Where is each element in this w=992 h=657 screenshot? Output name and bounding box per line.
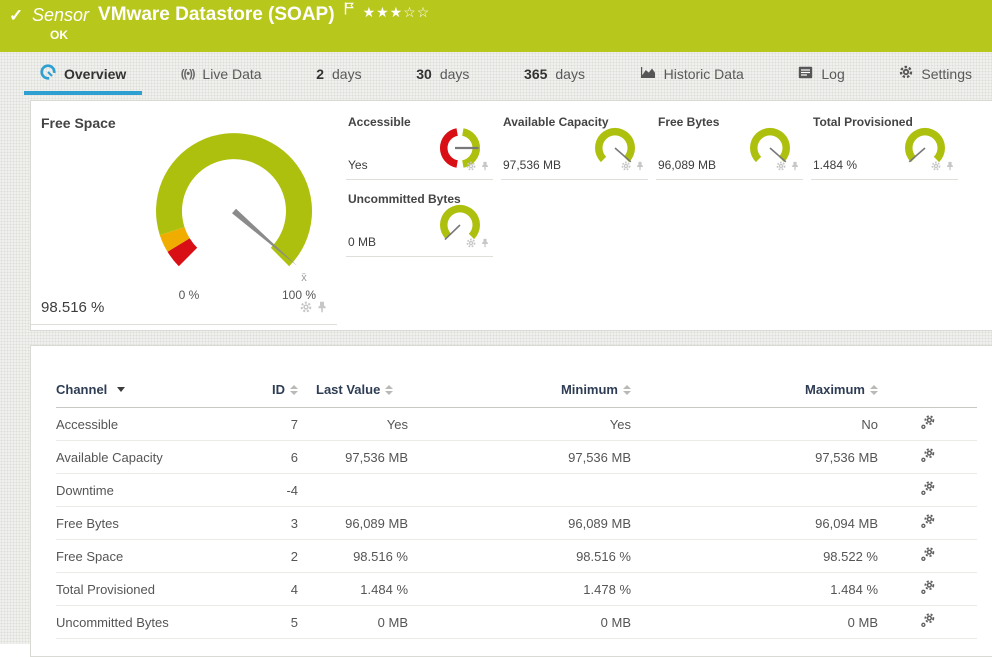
pin-icon[interactable] bbox=[791, 158, 799, 176]
pin-icon[interactable] bbox=[946, 158, 954, 176]
sort-icon bbox=[290, 385, 298, 395]
page-title: VMware Datastore (SOAP) bbox=[98, 4, 335, 26]
gauge-tile-accessible[interactable]: Accessible Yes bbox=[346, 109, 493, 180]
gear-icon[interactable] bbox=[466, 158, 476, 176]
table-row[interactable]: Downtime -4 bbox=[56, 474, 977, 507]
gauge-scale-min: 0 % bbox=[179, 288, 200, 302]
historic-chart-icon bbox=[640, 66, 656, 82]
channel-settings-icon[interactable] bbox=[920, 448, 935, 466]
status-badge: OK bbox=[50, 28, 68, 42]
sort-icon bbox=[623, 385, 631, 395]
status-check-icon: ✓ bbox=[9, 6, 23, 26]
table-row[interactable]: Total Provisioned 4 1.484 % 1.478 % 1.48… bbox=[56, 573, 977, 606]
channel-settings-icon[interactable] bbox=[920, 415, 935, 433]
tab-365-days[interactable]: 365 days bbox=[508, 52, 601, 95]
column-header-last-value[interactable]: Last Value bbox=[298, 374, 408, 408]
overview-gauge-icon bbox=[40, 64, 56, 83]
channel-settings-icon[interactable] bbox=[920, 481, 935, 499]
sensor-header-bar: ✓ Sensor VMware Datastore (SOAP) ★★★☆☆ O… bbox=[0, 0, 992, 52]
pin-icon[interactable] bbox=[317, 300, 327, 318]
pin-icon[interactable] bbox=[481, 235, 489, 253]
priority-stars[interactable]: ★★★☆☆ bbox=[363, 4, 431, 21]
tab-historic-data[interactable]: Historic Data bbox=[624, 52, 760, 95]
table-row[interactable]: Free Space 2 98.516 % 98.516 % 98.522 % bbox=[56, 540, 977, 573]
channel-settings-icon[interactable] bbox=[920, 613, 935, 631]
gear-icon[interactable] bbox=[466, 235, 476, 253]
channel-settings-icon[interactable] bbox=[920, 514, 935, 532]
gauges-panel: Free Space x̄ 0 % 100 % 98.516 % Accessi… bbox=[30, 100, 992, 331]
gauge-tile-available-capacity[interactable]: Available Capacity 97,536 MB bbox=[501, 109, 648, 180]
flag-icon[interactable] bbox=[344, 2, 354, 20]
gauge-title: Free Space bbox=[41, 115, 116, 131]
sort-icon bbox=[385, 385, 393, 395]
gear-icon[interactable] bbox=[300, 300, 312, 318]
table-row[interactable]: Accessible 7 Yes Yes No bbox=[56, 408, 977, 441]
sort-desc-icon bbox=[117, 387, 125, 392]
live-data-icon: ((•)) bbox=[181, 68, 195, 80]
channel-settings-icon[interactable] bbox=[920, 580, 935, 598]
page-background: Overview ((•)) Live Data 2 days 30 days … bbox=[0, 52, 992, 644]
channel-table: Channel ID Last Value Minimum Maximum Ac… bbox=[56, 374, 977, 639]
tab-overview[interactable]: Overview bbox=[24, 52, 142, 95]
table-row[interactable]: Uncommitted Bytes 5 0 MB 0 MB 0 MB bbox=[56, 606, 977, 639]
gauge-tile-free-bytes[interactable]: Free Bytes 96,089 MB bbox=[656, 109, 803, 180]
gauge-value: 98.516 % bbox=[41, 299, 104, 316]
tab-30-days[interactable]: 30 days bbox=[400, 52, 485, 95]
column-header-id[interactable]: ID bbox=[256, 374, 298, 408]
gauge-average-marker: x̄ bbox=[301, 272, 307, 284]
gauge-tile-free-space[interactable]: Free Space x̄ 0 % 100 % 98.516 % bbox=[31, 101, 337, 325]
free-space-gauge: x̄ 0 % 100 % bbox=[129, 119, 339, 304]
column-header-channel[interactable]: Channel bbox=[56, 374, 256, 408]
tab-bar: Overview ((•)) Live Data 2 days 30 days … bbox=[0, 52, 992, 95]
tab-live-data[interactable]: ((•)) Live Data bbox=[165, 52, 278, 95]
log-list-icon bbox=[798, 66, 813, 82]
gear-icon[interactable] bbox=[776, 158, 786, 176]
gear-icon[interactable] bbox=[931, 158, 941, 176]
pin-icon[interactable] bbox=[636, 158, 644, 176]
table-row[interactable]: Free Bytes 3 96,089 MB 96,089 MB 96,094 … bbox=[56, 507, 977, 540]
channel-settings-icon[interactable] bbox=[920, 547, 935, 565]
pin-icon[interactable] bbox=[481, 158, 489, 176]
table-row[interactable]: Available Capacity 6 97,536 MB 97,536 MB… bbox=[56, 441, 977, 474]
mini-gauge-grid: Accessible Yes Available Capacity bbox=[346, 109, 986, 257]
channel-table-panel: Channel ID Last Value Minimum Maximum Ac… bbox=[30, 345, 992, 657]
gear-icon[interactable] bbox=[621, 158, 631, 176]
settings-gear-icon bbox=[899, 65, 913, 82]
column-header-minimum[interactable]: Minimum bbox=[408, 374, 631, 408]
tab-settings[interactable]: Settings bbox=[883, 52, 988, 95]
tab-log[interactable]: Log bbox=[782, 52, 860, 95]
gauge-tile-uncommitted-bytes[interactable]: Uncommitted Bytes 0 MB bbox=[346, 186, 493, 257]
sort-icon bbox=[870, 385, 878, 395]
object-kind-label: Sensor bbox=[32, 5, 89, 26]
column-header-maximum[interactable]: Maximum bbox=[631, 374, 878, 408]
tab-2-days[interactable]: 2 days bbox=[300, 52, 377, 95]
gauge-tile-total-provisioned[interactable]: Total Provisioned 1.484 % bbox=[811, 109, 958, 180]
